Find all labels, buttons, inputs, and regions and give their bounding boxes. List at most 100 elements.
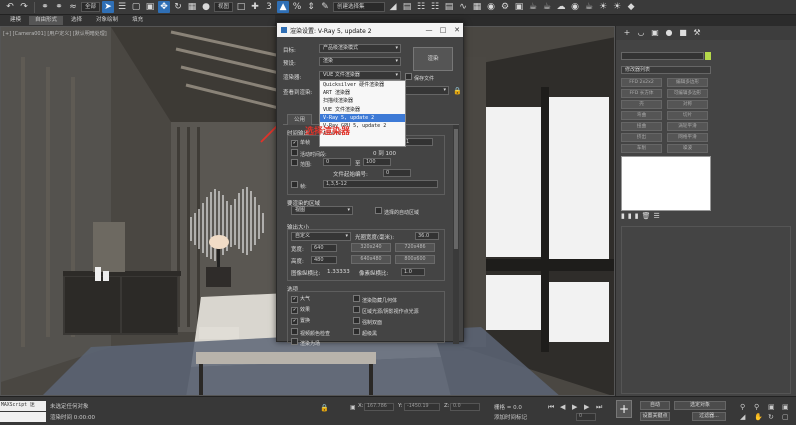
y-coord-field[interactable]: -1450.19: [404, 403, 440, 411]
selected-dropdown[interactable]: 选定对象: [674, 401, 726, 410]
snap-3d-icon[interactable]: 3: [263, 1, 275, 13]
renderer-dropdown[interactable]: VUE 文件渲染器 ▾: [319, 71, 401, 80]
modifier-button[interactable]: 对称: [667, 100, 708, 109]
next-frame-icon[interactable]: ▶: [584, 403, 589, 411]
play-icon[interactable]: ▶: [572, 403, 577, 411]
maximize-icon[interactable]: □: [436, 24, 450, 36]
create-tab-icon[interactable]: +: [622, 28, 632, 38]
move-icon[interactable]: ✥: [158, 1, 171, 13]
renderer-option-highlighted[interactable]: V-Ray 5, update 2: [320, 113, 405, 122]
output-size-dropdown[interactable]: 自定义 ▾: [291, 232, 351, 241]
preset-size-button[interactable]: 720x486: [395, 243, 435, 252]
preset-size-button[interactable]: 800x600: [395, 255, 435, 264]
modifier-button[interactable]: 噪波: [667, 144, 708, 153]
aperture-field[interactable]: 36.0: [415, 232, 439, 240]
ribbon-tab-freeform[interactable]: 自由形式: [29, 16, 64, 25]
ribbon-tab-modeling[interactable]: 建模: [4, 16, 27, 25]
pixel-aspect-field[interactable]: 1.0: [401, 268, 425, 276]
ribbon-tab-object-paint[interactable]: 对象绘制: [90, 16, 124, 25]
motion-icon[interactable]: ●: [664, 28, 674, 38]
modifier-button[interactable]: 挤出: [621, 133, 662, 142]
orbit-icon[interactable]: ↻: [768, 413, 774, 421]
scrollbar-thumb[interactable]: [454, 129, 458, 249]
dialog-titlebar[interactable]: 渲染设置: V-Ray 5, update 2 — □ ✕: [277, 23, 463, 37]
mirror-icon[interactable]: ◢: [387, 1, 399, 13]
reference-coord-dropdown[interactable]: 视图: [214, 2, 234, 12]
renderer-option[interactable]: ART 渲染器: [320, 89, 405, 97]
link-icon[interactable]: ⚭: [39, 1, 51, 13]
hierarchy-icon[interactable]: ▣: [650, 28, 660, 38]
undo-icon[interactable]: ↶: [4, 1, 16, 13]
maxscript-input[interactable]: [0, 412, 46, 422]
select-by-name-icon[interactable]: ☰: [116, 1, 128, 13]
modifier-button[interactable]: 扭曲: [621, 122, 662, 131]
pivot-icon[interactable]: □: [235, 1, 247, 13]
rendered-frame-window-icon[interactable]: ▣: [513, 1, 525, 13]
modifier-button[interactable]: FFD 2x2x2: [621, 78, 662, 87]
material-editor-icon[interactable]: ◉: [485, 1, 497, 13]
renderer-option[interactable]: Quicksilver 硬件渲染器: [320, 81, 405, 89]
range-radio[interactable]: 范围:: [291, 159, 312, 168]
dialog-scrollbar[interactable]: [453, 125, 459, 344]
video-color-check-checkbox[interactable]: 视频颜色检查: [291, 328, 330, 337]
set-key-button[interactable]: 设置关键点: [640, 412, 670, 421]
zoom-extents-icon[interactable]: ▣: [768, 403, 775, 411]
renderer-option[interactable]: 扫描线渲染器: [320, 97, 405, 105]
angle-snap-icon[interactable]: ▲: [277, 1, 290, 13]
area-dropdown[interactable]: 视图 ▾: [291, 206, 353, 215]
render-hidden-checkbox[interactable]: 渲染隐藏几何体: [353, 295, 397, 304]
key-mode-plus-icon[interactable]: +: [616, 400, 632, 418]
height-field[interactable]: 480: [311, 256, 337, 264]
toggle-ribbon-icon[interactable]: ▤: [443, 1, 455, 13]
preset-size-button[interactable]: 640x480: [351, 255, 391, 264]
edit-named-sets-icon[interactable]: ✎: [319, 1, 331, 13]
frames-radio[interactable]: 帧:: [291, 181, 307, 190]
vray-light-icon[interactable]: ☀: [597, 1, 609, 13]
close-icon[interactable]: ✕: [450, 24, 464, 36]
ribbon-tab-selection[interactable]: 选择: [65, 16, 88, 25]
scale-icon[interactable]: ▦: [186, 1, 198, 13]
vray-teapot-icon[interactable]: ☕: [583, 1, 595, 13]
absolute-mode-icon[interactable]: ▣: [350, 404, 356, 411]
pan-icon[interactable]: ✋: [754, 413, 763, 421]
render-setup-icon[interactable]: ⚙: [499, 1, 511, 13]
render-to-fields-checkbox[interactable]: 渲染为场: [291, 338, 320, 347]
align-icon[interactable]: ▤: [401, 1, 413, 13]
schematic-view-icon[interactable]: ▦: [471, 1, 483, 13]
window-crossing-icon[interactable]: ▣: [144, 1, 156, 13]
fov-icon[interactable]: ◢: [740, 413, 745, 421]
maximize-viewport-icon[interactable]: ▢: [782, 413, 789, 421]
render-iterative-icon[interactable]: ☕: [541, 1, 553, 13]
auto-region-checkbox[interactable]: 选择的自动区域: [375, 207, 419, 216]
z-coord-field[interactable]: 0.0: [450, 403, 480, 411]
render-production-icon[interactable]: ☕: [527, 1, 539, 13]
save-file-checkbox[interactable]: 保存文件: [405, 73, 434, 82]
super-black-checkbox[interactable]: 超级黑: [353, 328, 377, 337]
atmospherics-checkbox[interactable]: 大气: [291, 295, 310, 303]
object-color-swatch[interactable]: [705, 52, 711, 60]
renderer-option[interactable]: VUE 文件渲染器: [320, 106, 405, 114]
selection-filter-dropdown[interactable]: 全部: [81, 2, 101, 12]
modifier-button[interactable]: 可编辑多边形: [667, 89, 708, 98]
zoom-all-icon[interactable]: ⚲: [754, 403, 759, 411]
select-object-icon[interactable]: ➤: [102, 1, 115, 13]
spinner-snap-icon[interactable]: ⇕: [305, 1, 317, 13]
render-button[interactable]: 渲染: [413, 47, 453, 71]
preset-size-button[interactable]: 320x240: [351, 243, 391, 252]
vray-light-lister-icon[interactable]: ☀: [611, 1, 623, 13]
modifier-button[interactable]: 网格平滑: [667, 133, 708, 142]
lock-selection-icon[interactable]: 🔒: [320, 404, 329, 412]
unlink-icon[interactable]: ⚭: [53, 1, 65, 13]
modifier-stack-list[interactable]: [621, 156, 711, 211]
modifier-list-dropdown[interactable]: 修改器列表: [621, 66, 711, 74]
go-to-start-icon[interactable]: ⏮: [548, 403, 554, 412]
x-coord-field[interactable]: 167.786: [364, 403, 394, 411]
rect-selection-icon[interactable]: ▢: [130, 1, 142, 13]
add-time-tag[interactable]: 添加时间标记: [494, 413, 527, 421]
bind-space-warp-icon[interactable]: ≈: [67, 1, 79, 13]
configure-sets-icon[interactable]: ☰: [653, 212, 659, 222]
range-to-field[interactable]: 100: [363, 158, 391, 166]
key-filters-button[interactable]: 过滤器...: [692, 412, 726, 421]
place-icon[interactable]: ●: [200, 1, 212, 13]
current-frame-field[interactable]: 0: [576, 413, 596, 421]
